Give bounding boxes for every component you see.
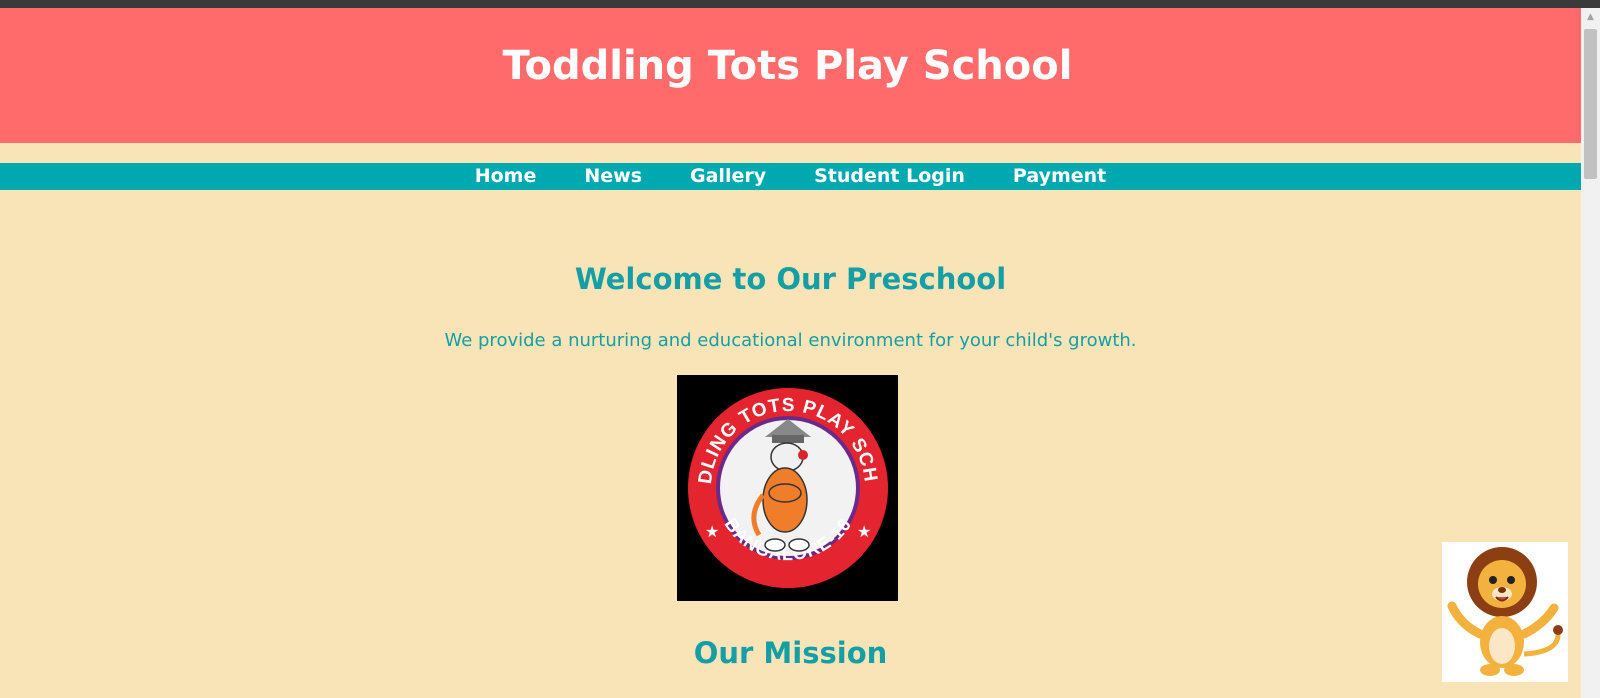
nav-home-link[interactable]: Home bbox=[475, 163, 537, 190]
lion-mascot-image[interactable] bbox=[1442, 542, 1568, 682]
nav-payment-link[interactable]: Payment bbox=[1013, 163, 1106, 190]
main-nav: Home News Gallery Student Login Payment bbox=[0, 163, 1581, 190]
browser-top-edge bbox=[0, 0, 1600, 8]
nav-gallery-link[interactable]: Gallery bbox=[690, 163, 766, 190]
nav-news-link[interactable]: News bbox=[584, 163, 642, 190]
mission-heading: Our Mission bbox=[693, 636, 888, 670]
site-header: Toddling Tots Play School bbox=[0, 8, 1581, 143]
school-logo-emblem-icon: TODDLING TOTS PLAY SCHOOL BANGALORE-16 ★… bbox=[669, 359, 888, 588]
site-title: Toddling Tots Play School bbox=[502, 42, 1073, 89]
lion-mascot-icon bbox=[1447, 547, 1563, 676]
school-logo: TODDLING TOTS PLAY SCHOOL BANGALORE-16 ★… bbox=[669, 359, 898, 601]
nav-student-login-link[interactable]: Student Login bbox=[814, 163, 965, 190]
svg-text:★: ★ bbox=[857, 522, 871, 541]
svg-text:★: ★ bbox=[705, 522, 719, 541]
intro-text: We provide a nurturing and educational e… bbox=[444, 330, 1137, 351]
welcome-heading: Welcome to Our Preschool bbox=[574, 262, 1007, 296]
scroll-up-arrow-icon[interactable]: ▲ bbox=[1581, 8, 1600, 26]
page-scrollbar[interactable]: ▲ bbox=[1581, 8, 1600, 698]
scrollbar-thumb[interactable] bbox=[1584, 29, 1597, 179]
